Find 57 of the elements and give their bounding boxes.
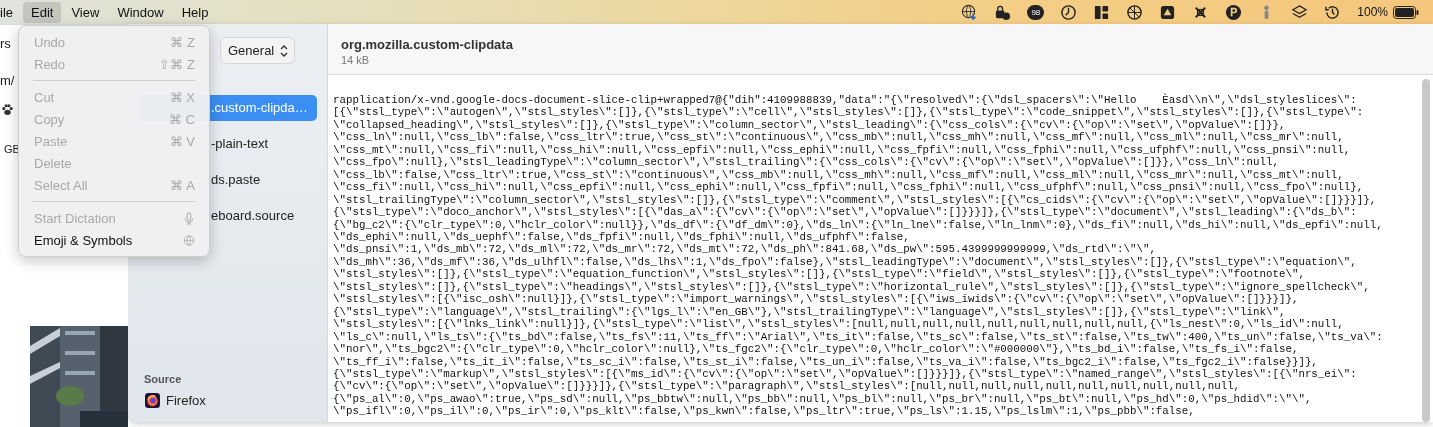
code-line: \"ds_mh\":36,\"ds_mf\":36,\"ds_ulhfl\":false,\"ds_lhs\":1,\"ds_fpo\":false},\"stsl_leadingType\":\"document\",\"stsl_styles\":[]},{\"stsl_type\":\"equation\", [333, 255, 1358, 269]
category-popup[interactable]: General [220, 37, 296, 64]
code-line: \"ls_c\":null,\"ls_ts\":{\"ts_bd\":false,\"ts_fs\":11,\"ts_ff\":\"Arial\",\"ts_it\":false,\"ts_sc\":false,\"ts_st\":false,\"ts_tw\":400,\"ts_un\":false,\"ts_va\": [333, 330, 1384, 344]
updown-chevron-icon [280, 43, 289, 58]
code-line: \"css_fi\":null,\"css_hi\":null,\"css_epfi\":null,\"css_ephi\":null,\"css_fpfi\":null,\"css_fphi\":null,\"css_ufphf\":null,\"css_pnsi\":null,\"css_fpo\":null}, [333, 181, 1365, 194]
code-line: {\"stsl_type\":\"markup\",\"stsl_styles\":[{\"ms_id\":{\"cv\":{\"op\":\"set\",\"opValue\":[]}}}]},{\"stsl_type\":\"named_range\",\"stsl_styles\":[{\"nrs_ei\": [333, 367, 1358, 381]
code-line: \"nor\",\"ts_bgc2\":{\"clr_type\":0,\"hclr_color\":null},\"ts_fgc2\":{\"clr_type\":0,\"hclr_color\":\"#000000\"},\"ts_bd_i\":false,\"ts_fs_i\":false, [333, 343, 1300, 356]
code-line: \"css_mt\":null,\"css_fi\":null,\"css_hi\":null,\"css_epfi\":null,\"css_ephi\":null,\"css_fpfi\":null,\"css_fphi\":null,\"css_ufphf\":null,\"css_pnsi\":null, [333, 143, 1352, 157]
battery-percentage: 100% [1357, 5, 1388, 19]
layers-icon[interactable] [1291, 3, 1309, 21]
tab-title: rs [0, 36, 11, 51]
code-line: \"stsl_trailingType\":\"column_sector\",\"stsl_styles\":[]},{\"stsl_type\":\"comment\",\"stsl_styles\":[{\"cs_cids\":{\"cv\":{\"op\":\"set\",\"opValue\":[]}}}]}, [333, 193, 1378, 207]
code-line: \"stsl_styles\":[{\"lnks_link\":null}]},{\"stsl_type\":\"list\",\"stsl_styles\":[null,null,null,null,null,null,null,null,null,{\"ls_nest\":0,\"ls_id\":null, [333, 318, 1345, 331]
code-line: \"css_ln\":null,\"css_lb\":false,\"css_ltr\":true,\"css_st\":\"continuous\",\"css_mb\":null,\"css_mh\":null,\"css_mf\":null,\"css_ml\":null,\"css_mr\":null, [333, 131, 1345, 144]
notification-badge[interactable]: 98 [1027, 4, 1045, 20]
code-line: [{\"stsl_type\":\"autogen\",\"stsl_styles\":[]},{\"stsl_type\":\"cell\",\"stsl_styles\":[]},{\"stsl_type\":\"code_snippet\",\"stsl_styles\":[]},{\"stsl_type\": [333, 106, 1365, 119]
menu-bar-item[interactable]: Window [109, 1, 172, 23]
ball-icon[interactable] [1126, 3, 1144, 21]
code-line: \"ps_ifl\":0,\"ps_il\":0,\"ps_ir\":0,\"ps_klt\":false,\"ps_kwn\":false,\"ps_ltr\":true,\"ps_ls\":1.15,\"ps_lslm\":1,\"ps_pbb\":false, [333, 405, 1196, 418]
code-line: \"css_lb\":false,\"css_ltr\":true,\"css_st\":\"continuous\",\"css_mb\":null,\"css_mh\":null,\"css_mf\":null,\"css_ml\":null,\"css_mr\":null,\"css_mt\":null, [333, 168, 1345, 182]
code-line: \"collapsed_heading\",\"stsl_styles\":[]},{\"stsl_type\":\"column_sector\",\"stsl_leading\":{\"css_cols\":{\"cv\":{\"op\":\"set\",\"opValue\":[]}}, [333, 118, 1287, 132]
code-line: rapplication/x-vnd.google-docs-document-slice-clip+wrapped7@{"dih":4109988839,"data":"{\"resolved\":{\"dsl_spacers\":\"Hello Èasd\\n\",\"dsl_styleslices\": [333, 94, 1358, 107]
code-line: {\"cv\":{\"op\":\"set\",\"opValue\":[]}}}]},{\"stsl_type\":\"paragraph\",\"stsl_styles\":[null,null,null,null,null,null,null,null,null,null, [333, 380, 1242, 393]
globe-icon [183, 233, 195, 247]
code-line: {\"stsl_type\":\"language\",\"stsl_trailing\":{\"lgs_l\":\"en_GB\"},\"stsl_trailingType\":\"language\",\"stsl_styles\":[]},{\"stsl_type\":\"link\", [333, 305, 1287, 319]
history-icon[interactable] [1324, 3, 1342, 21]
item-title: org.mozilla.custom-clipdata [341, 37, 514, 52]
battery-icon[interactable] [1393, 5, 1419, 19]
item-size: 14 kB [341, 54, 371, 66]
code-line: {\"stsl_type\":\"doco_anchor\",\"stsl_styles\":[{\"das_a\":{\"cv\":{\"op\":\"set\",\"opValue\":[]}}}]},{\"stsl_type\":\"document\",\"stsl_leading\":{\"ds_b\": [333, 206, 1358, 219]
source-app-name: Firefox [166, 393, 206, 408]
menu-bar-item[interactable]: Edit [23, 1, 62, 23]
microphone-icon [183, 211, 195, 225]
code-line: \"stsl_styles\":[]},{\"stsl_type\":\"headings\",\"stsl_styles\":[]},{\"stsl_type\":\"horizontal_rule\",\"stsl_styles\":[]},{\"stsl_type\":\"ignore_spellcheck\", [333, 280, 1371, 294]
p-icon[interactable] [1225, 3, 1243, 21]
code-line: \"css_fpo\":null},\"stsl_leadingType\":\"column_sector\",\"stsl_trailing\":{\"css_cols\":{\"cv\":{\"op\":\"set\",\"opValue\":[]}},\"css_ln\":null, [333, 156, 1280, 169]
code-line: \"ds_ephi\":null,\"ds_uephf\":false,\"ds_fpfi\":null,\"ds_fphi\":null,\"ds_ufphf\":false, [333, 231, 911, 244]
scrollbar[interactable] [1422, 79, 1430, 422]
source-heading: Source [143, 373, 183, 385]
code-line: \"stsl_styles\":[{\"isc_osh\":null}]},{\"stsl_type\":\"import_warnings\",\"stsl_styles\":[{\"iws_iwids\":{\"cv\":{\"op\":\"set\",\"opValue\":[]}}}]}, [333, 293, 1300, 306]
drive-icon[interactable] [1159, 3, 1177, 21]
menu-bar-item[interactable]: ile [0, 1, 21, 23]
clock-icon[interactable] [1060, 3, 1078, 21]
browser-app-icon [145, 393, 160, 408]
menu-item[interactable]: Emoji & Symbols [19, 229, 209, 251]
layout-icon[interactable] [1093, 3, 1111, 21]
paw-icon[interactable] [1, 103, 14, 116]
lock-icon[interactable] [994, 3, 1012, 21]
menu-bar-item[interactable]: Help [173, 1, 217, 23]
menu-bar-item[interactable]: View [63, 1, 108, 23]
code-line: \"ds_pnsi\":1,\"ds_mb\":72,\"ds_ml\":72,\"ds_mr\":72,\"ds_mt\":72,\"ds_ph\":841.68,\"ds_pw\":595.4399999999999,\"ds_rtd\":\"\", [333, 243, 1157, 256]
code-line: \"stsl_styles\":[]},{\"stsl_type\":\"equation_function\",\"stsl_styles\":[]},{\"stsl_type\":\"field\",\"stsl_styles\":[]},{\"stsl_type\":\"footnote\", [333, 268, 1306, 281]
globe-icon[interactable] [961, 3, 979, 21]
address-text: m/ [0, 73, 15, 88]
code-line: \"ts_ff_i\":false,\"ts_it_i\":false,\"ts_sc_i\":false,\"ts_st_i\":false,\"ts_un_i\":false,\"ts_va_i\":false,\"ts_bgc2_i\":false,\"ts_fgc2_i\":false}}]}, [333, 355, 1319, 368]
code-line: {\"ps_al\":0,\"ps_awao\":true,\"ps_sd\":null,\"ps_bbtw\":null,\"ps_bb\":null,\"ps_bl\":null,\"ps_br\":null,\"ps_bt\":null,\"ps_hd\":0,\"ps_hdid\":\"\", [333, 392, 1313, 406]
code-line: {\"bg_c2\":{\"clr_type\":0,\"hclr_color\":null}},\"ds_df\":{\"df_dm\":0},\"ds_ln\":{\"ln_lne\":false,\"ln_lnm\":0},\"ds_fi\":null,\"ds_hi\":null,\"ds_epfi\":null, [333, 218, 1384, 231]
